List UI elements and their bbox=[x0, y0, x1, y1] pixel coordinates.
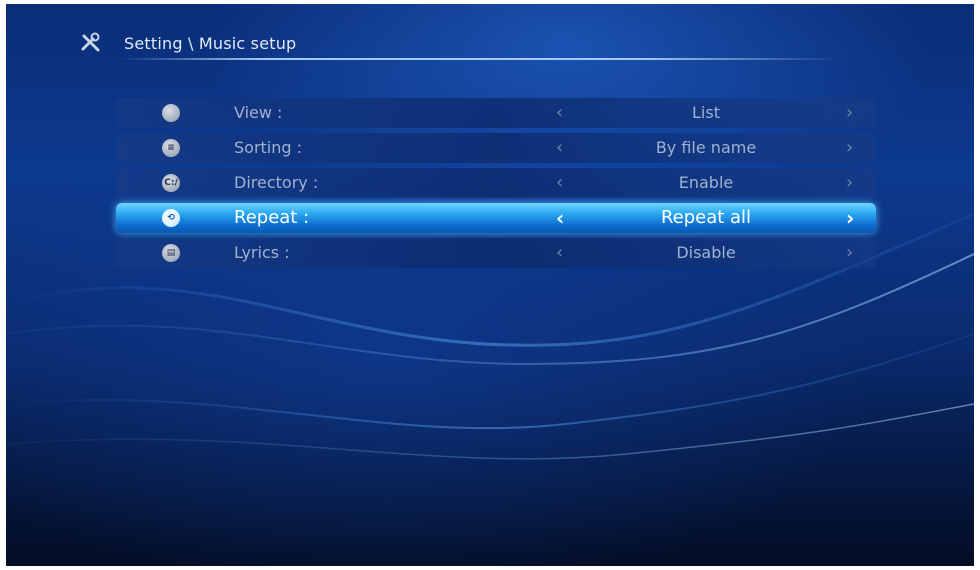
setting-label: Lyrics : bbox=[234, 243, 290, 262]
setting-label: Directory : bbox=[234, 173, 319, 192]
directory-icon: C:/ bbox=[162, 174, 180, 192]
arrow-right-icon[interactable]: › bbox=[846, 168, 853, 198]
arrow-left-icon[interactable]: ‹ bbox=[556, 98, 563, 128]
setting-row-lyrics[interactable]: ▤ Lyrics : ‹ Disable › bbox=[116, 238, 876, 268]
setting-label: Repeat : bbox=[234, 207, 310, 228]
setting-row-view[interactable]: View : ‹ List › bbox=[116, 98, 876, 128]
arrow-left-icon[interactable]: ‹ bbox=[556, 203, 564, 233]
header-divider bbox=[120, 58, 840, 60]
setting-row-repeat[interactable]: ⟲ Repeat : ‹ Repeat all › bbox=[116, 203, 876, 233]
background-waves bbox=[6, 212, 974, 460]
arrow-right-icon[interactable]: › bbox=[846, 133, 853, 163]
breadcrumb: Setting \ Music setup bbox=[124, 33, 297, 53]
setting-value: Enable bbox=[678, 173, 734, 192]
setting-label: View : bbox=[234, 103, 283, 122]
header: Setting \ Music setup bbox=[80, 30, 296, 56]
setting-value: List bbox=[692, 103, 720, 122]
arrow-right-icon[interactable]: › bbox=[846, 203, 854, 233]
setting-row-sorting[interactable]: ≡ Sorting : ‹ By file name › bbox=[116, 133, 876, 163]
lyrics-icon: ▤ bbox=[162, 244, 180, 262]
arrow-left-icon[interactable]: ‹ bbox=[556, 133, 563, 163]
repeat-icon: ⟲ bbox=[162, 209, 180, 227]
setting-label: Sorting : bbox=[234, 138, 303, 157]
music-setup-screen: Setting \ Music setup View : ‹ List › ≡ … bbox=[6, 4, 974, 566]
arrow-right-icon[interactable]: › bbox=[846, 98, 853, 128]
sorting-icon: ≡ bbox=[162, 139, 180, 157]
arrow-left-icon[interactable]: ‹ bbox=[556, 238, 563, 268]
arrow-right-icon[interactable]: › bbox=[846, 238, 853, 268]
setting-row-directory[interactable]: C:/ Directory : ‹ Enable › bbox=[116, 168, 876, 198]
setting-value: By file name bbox=[655, 138, 757, 157]
setting-value: Repeat all bbox=[660, 207, 752, 228]
setting-value: Disable bbox=[676, 243, 736, 262]
tools-icon bbox=[81, 32, 100, 52]
arrow-left-icon[interactable]: ‹ bbox=[556, 168, 563, 198]
view-icon bbox=[162, 104, 180, 122]
settings-menu: View : ‹ List › ≡ Sorting : ‹ By file na… bbox=[116, 98, 876, 273]
